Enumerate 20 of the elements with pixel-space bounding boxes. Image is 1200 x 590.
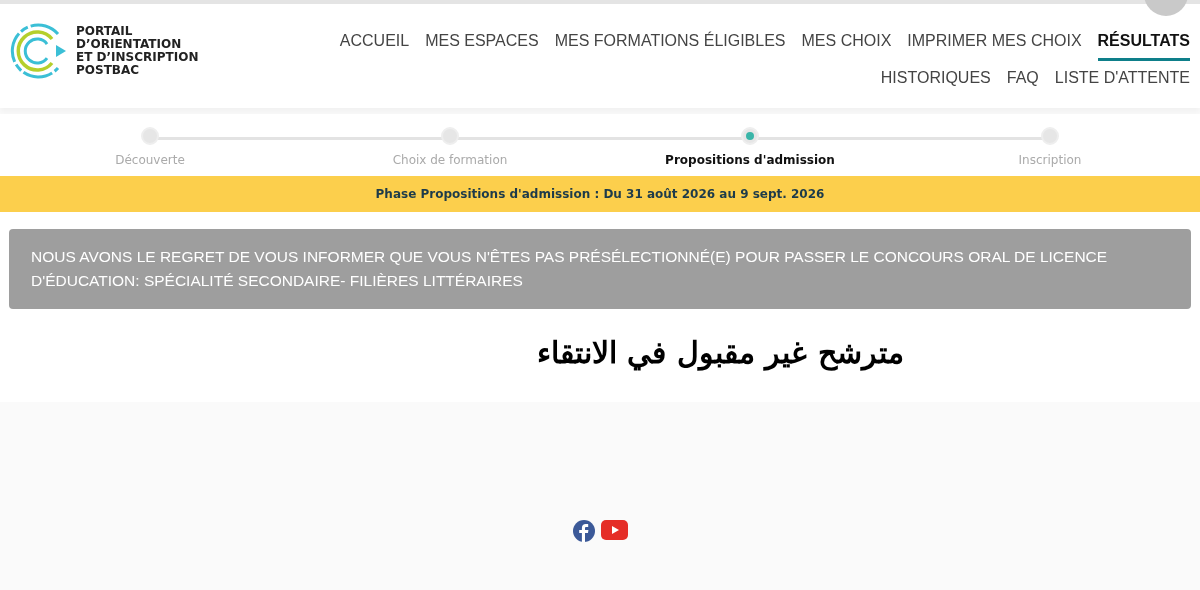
alert-message: NOUS AVONS LE REGRET DE VOUS INFORMER QUE VOUS N'ÊTES PAS PRÉSÉLECTIONNÉ(E) POUR PASSER LE CONCOURS ORAL DE LICENCE D'ÉDUCATION: SPÉCIALITÉ SECONDAIRE- FILIÈRES LITTÉRAIRES [9,229,1191,309]
nav-link[interactable]: ACCUEIL [339,32,410,61]
phase-banner: Phase Propositions d'admission : Du 31 août 2026 au 9 sept. 2026 [0,176,1200,212]
nav-link[interactable]: IMPRIMER MES CHOIX [907,32,1082,61]
youtube-icon[interactable] [600,520,628,540]
nav-link[interactable]: MES CHOIX [801,32,892,61]
step-label: Inscription [1018,153,1082,167]
nav-link[interactable]: FAQ [1006,69,1039,98]
nav-link[interactable]: HISTORIQUES [880,69,991,98]
step-label: Propositions d'admission [665,153,835,167]
step-label: Découverte [115,153,185,167]
nav-link[interactable]: MES ESPACES [425,32,539,61]
nav-link[interactable]: RÉSULTATS [1097,32,1190,61]
nav-link[interactable]: LISTE D'ATTENTE [1054,69,1190,98]
logo-icon [10,22,68,80]
result-note: مترشح غير مقبول في الانتقاء [537,335,904,370]
facebook-icon[interactable] [572,520,595,542]
step-label: Choix de formation [392,153,508,167]
nav-link[interactable]: MES FORMATIONS ÉLIGIBLES [554,32,786,61]
logo-text: PORTAIL D’ORIENTATION ET D’INSCRIPTION POSTBAC [76,25,199,77]
